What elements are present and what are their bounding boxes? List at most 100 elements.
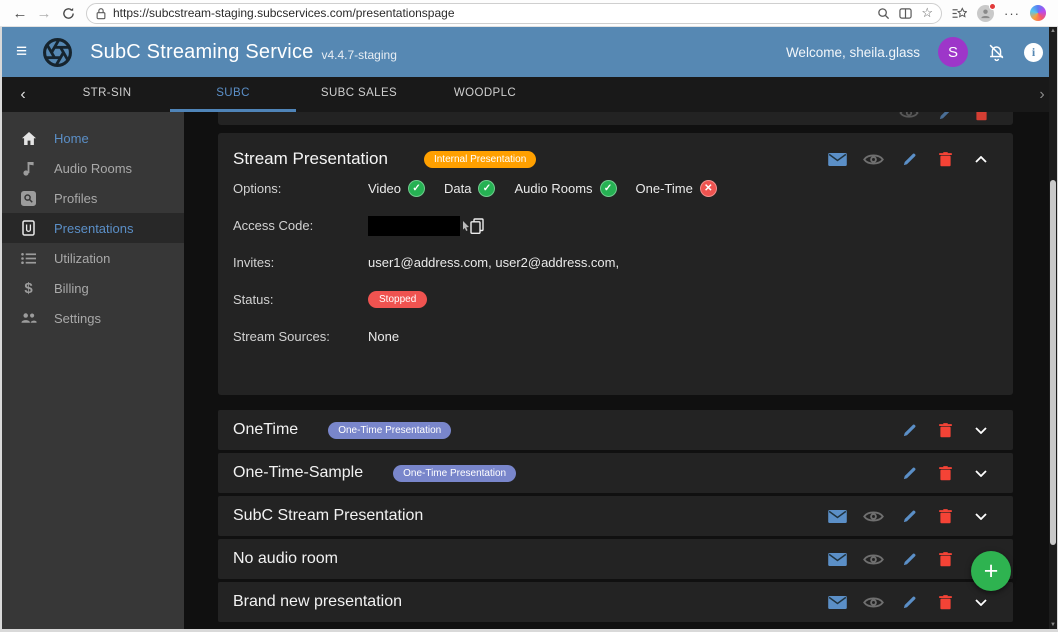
split-screen-icon[interactable] [899, 7, 912, 20]
notification-dot [989, 3, 996, 10]
option-label: Audio Rooms [514, 181, 592, 196]
mouse-cursor [462, 221, 470, 231]
sidebar-item-label: Utilization [54, 251, 110, 266]
expand-chevron-icon[interactable] [975, 470, 987, 477]
app-version: v4.4.7-staging [321, 48, 396, 62]
tab-str-sin[interactable]: STR-SIN [44, 77, 170, 112]
add-presentation-button[interactable]: + [971, 551, 1011, 591]
profile-search-icon [20, 191, 37, 206]
view-icon[interactable] [863, 510, 884, 523]
invites-row: Invites: user1@address.com, user2@addres… [218, 244, 1013, 281]
tab-subc-sales[interactable]: SUBC SALES [296, 77, 422, 112]
view-icon[interactable] [863, 553, 884, 566]
delete-icon[interactable] [975, 112, 988, 121]
menu-hamburger-button[interactable]: ≡ [16, 41, 27, 63]
favorite-star-icon[interactable]: ☆ [921, 5, 933, 21]
sidebar-item-billing[interactable]: $ Billing [2, 273, 184, 303]
delete-icon[interactable] [939, 423, 952, 438]
info-button[interactable]: i [1024, 43, 1043, 62]
presentations-page: Stream Presentation Internal Presentatio… [184, 112, 1057, 629]
delete-icon[interactable] [939, 466, 952, 481]
url-text: https://subcstream-staging.subcservices.… [113, 6, 871, 20]
edit-icon[interactable] [902, 152, 917, 167]
delete-icon[interactable] [939, 509, 952, 524]
presentation-row-no-audio-room[interactable]: No audio room [218, 539, 1013, 579]
sidebar-item-audio-rooms[interactable]: Audio Rooms [2, 153, 184, 183]
cross-circle-icon: ✕ [700, 180, 717, 197]
user-avatar[interactable]: S [938, 37, 968, 67]
email-icon[interactable] [828, 153, 847, 166]
access-code-row: Access Code: [218, 207, 1013, 244]
presentation-row-one-time-sample[interactable]: One-Time-Sample One-Time Presentation [218, 453, 1013, 493]
copy-access-code-button[interactable] [470, 218, 484, 234]
invites-value: user1@address.com, user2@address.com, [368, 255, 619, 270]
option-label: Video [368, 181, 401, 196]
list-icon [20, 252, 37, 265]
sidebar-item-label: Settings [54, 311, 101, 326]
browser-back-button[interactable]: ← [8, 2, 32, 24]
edit-icon[interactable] [902, 552, 917, 567]
presentation-title: No audio room [233, 550, 338, 568]
presentations-list: OneTime One-Time Presentation O [218, 410, 1013, 625]
edit-icon[interactable] [938, 112, 953, 121]
view-icon[interactable] [863, 153, 884, 166]
status-badge: Stopped [368, 291, 427, 308]
sidebar-item-presentations[interactable]: Presentations [2, 213, 184, 243]
edit-icon[interactable] [902, 509, 917, 524]
lock-icon [95, 7, 107, 20]
expand-chevron-icon[interactable] [975, 599, 987, 606]
email-icon[interactable] [828, 510, 847, 523]
scrollbar-thumb[interactable] [1050, 180, 1056, 545]
stream-sources-label: Stream Sources: [233, 329, 368, 344]
presentation-row-subc-stream-presentation[interactable]: SubC Stream Presentation [218, 496, 1013, 536]
edit-icon[interactable] [902, 595, 917, 610]
presentation-title: SubC Stream Presentation [233, 507, 423, 525]
tab-subc-development[interactable]: SUBC DEVELOPMENT [170, 77, 296, 112]
edit-icon[interactable] [902, 466, 917, 481]
edit-icon[interactable] [902, 423, 917, 438]
browser-refresh-button[interactable] [56, 2, 80, 24]
sidebar-item-label: Profiles [54, 191, 97, 206]
tabs-scroll-left-button[interactable]: ‹ [2, 86, 44, 104]
tab-woodplc[interactable]: WOODPLC [422, 77, 548, 112]
access-code-label: Access Code: [233, 218, 368, 233]
email-icon[interactable] [828, 596, 847, 609]
browser-profile-avatar[interactable] [977, 5, 994, 22]
email-icon[interactable] [828, 553, 847, 566]
favorites-bar-icon[interactable] [952, 7, 967, 20]
sidebar-item-utilization[interactable]: Utilization [2, 243, 184, 273]
option-audio-rooms: Audio Rooms ✓ [514, 180, 616, 197]
view-icon[interactable] [899, 112, 919, 119]
scrollbar-down-arrow[interactable]: ▼ [1049, 622, 1057, 628]
options-row: Options: Video ✓ Data ✓ Audio Ro [218, 170, 1013, 207]
option-label: One-Time [636, 181, 693, 196]
dollar-icon: $ [20, 280, 37, 297]
scrollbar-up-arrow[interactable]: ▲ [1049, 28, 1057, 34]
presentation-row-onetime[interactable]: OneTime One-Time Presentation [218, 410, 1013, 450]
delete-icon[interactable] [939, 552, 952, 567]
sidebar-item-settings[interactable]: Settings [2, 303, 184, 333]
view-icon[interactable] [863, 596, 884, 609]
internal-presentation-badge: Internal Presentation [424, 151, 536, 168]
notifications-off-icon[interactable] [986, 42, 1006, 62]
sidebar-item-home[interactable]: Home [2, 123, 184, 153]
sidebar-item-label: Presentations [54, 221, 134, 236]
expand-chevron-icon[interactable] [975, 427, 987, 434]
presentation-row-brand-new-presentation[interactable]: Brand new presentation [218, 582, 1013, 622]
sidebar-item-profiles[interactable]: Profiles [2, 183, 184, 213]
sidebar: Home Audio Rooms [2, 112, 184, 629]
people-icon [20, 312, 37, 324]
app-title: SubC Streaming Service [90, 41, 313, 64]
presentation-title: Stream Presentation [233, 149, 388, 169]
presentation-title: Brand new presentation [233, 593, 402, 611]
search-icon[interactable] [877, 7, 890, 20]
address-bar[interactable]: https://subcstream-staging.subcservices.… [86, 3, 942, 24]
collapse-chevron-icon[interactable] [975, 156, 987, 163]
sidebar-item-label: Home [54, 131, 89, 146]
expand-chevron-icon[interactable] [975, 513, 987, 520]
browser-menu-button[interactable]: ··· [1004, 6, 1020, 21]
delete-icon[interactable] [939, 595, 952, 610]
delete-icon[interactable] [939, 152, 952, 167]
copilot-icon[interactable] [1030, 5, 1046, 21]
browser-forward-button[interactable]: → [32, 2, 56, 24]
